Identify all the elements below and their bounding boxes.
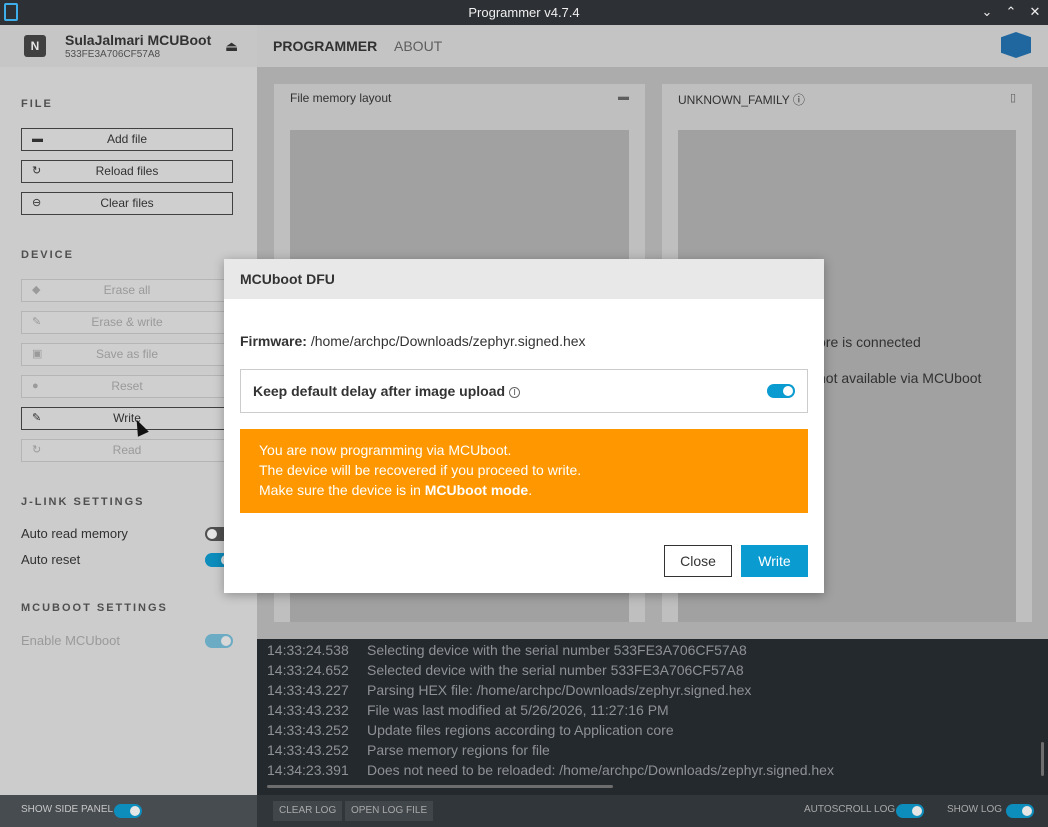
warning-line-1: You are now programming via MCUboot.: [259, 442, 512, 458]
close-window-button[interactable]: ✕: [1026, 3, 1044, 21]
warning-line-2: The device will be recovered if you proc…: [259, 462, 582, 478]
info-icon[interactable]: i: [509, 387, 521, 398]
delay-option-row: Keep default delay after image upload i: [240, 369, 808, 413]
maximize-button[interactable]: ⌃: [1002, 3, 1020, 21]
firmware-label: Firmware:: [240, 333, 307, 349]
mcuboot-warning: You are now programming via MCUboot. The…: [240, 429, 808, 513]
dialog-close-button[interactable]: Close: [664, 545, 732, 577]
minimize-button[interactable]: ⌄: [978, 3, 996, 21]
delay-option-text: Keep default delay after image upload: [253, 383, 506, 399]
warning-line-3: Make sure the device is in MCUboot mode.: [259, 482, 532, 498]
keep-delay-toggle[interactable]: [767, 384, 795, 398]
delay-option-label: Keep default delay after image upload i: [253, 383, 521, 399]
dialog-header: MCUboot DFU: [224, 259, 824, 299]
mcuboot-dfu-dialog: MCUboot DFU Firmware: /home/archpc/Downl…: [224, 259, 824, 593]
warning-line-3-bold: MCUboot mode: [424, 482, 529, 498]
window-title: Programmer v4.7.4: [468, 5, 580, 20]
firmware-line: Firmware: /home/archpc/Downloads/zephyr.…: [240, 333, 586, 349]
firmware-path: /home/archpc/Downloads/zephyr.signed.hex: [310, 333, 586, 349]
warning-line-3-suffix: .: [528, 482, 533, 498]
dialog-write-button[interactable]: Write: [741, 545, 808, 577]
warning-line-3-prefix: Make sure the device is in: [259, 482, 425, 498]
window-titlebar: Programmer v4.7.4 ⌄ ⌃ ✕: [0, 0, 1048, 25]
dialog-title: MCUboot DFU: [240, 271, 335, 287]
